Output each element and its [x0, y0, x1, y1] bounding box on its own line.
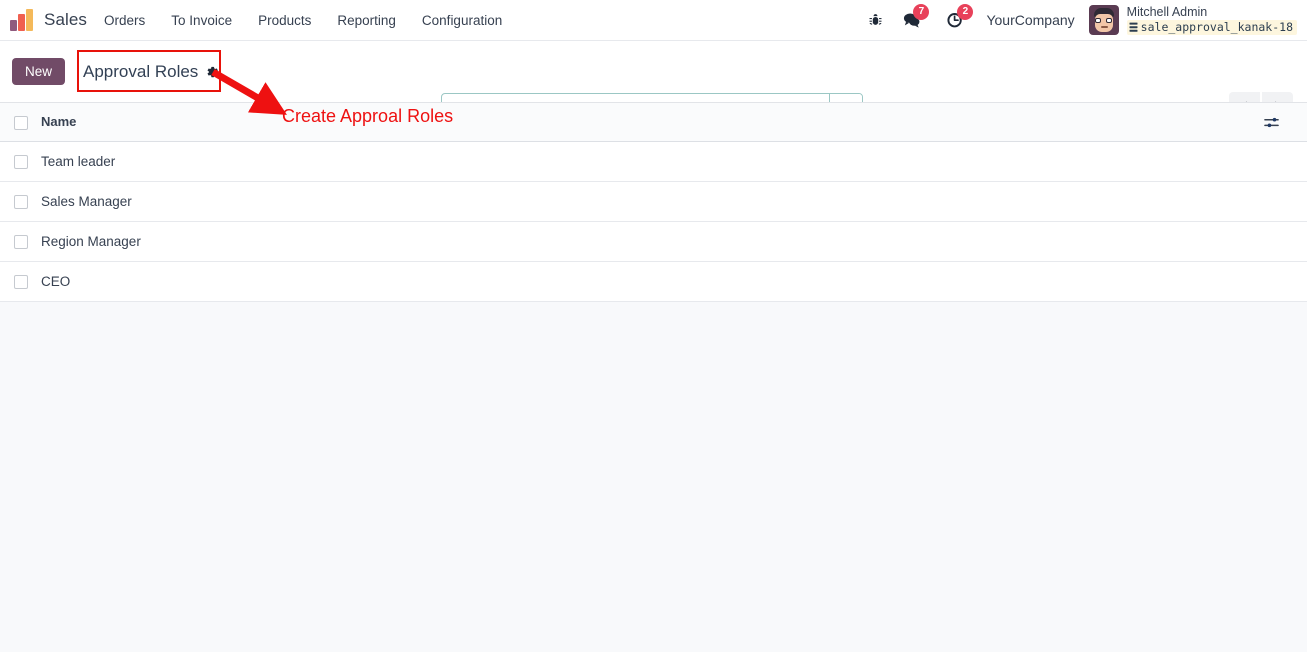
- row-name-cell[interactable]: Team leader: [41, 141, 1263, 182]
- control-panel: New Approval Roles Search...: [0, 41, 1307, 125]
- select-all-header: [0, 103, 41, 142]
- table-header-row: Name: [0, 103, 1307, 142]
- sliders-icon[interactable]: [1263, 115, 1280, 130]
- row-name-cell[interactable]: Sales Manager: [41, 181, 1263, 222]
- top-navbar: Sales Orders To Invoice Products Reporti…: [0, 0, 1307, 41]
- optional-columns-header: [1263, 103, 1307, 142]
- user-name: Mitchell Admin: [1126, 4, 1208, 19]
- row-spacer-cell: [1263, 261, 1307, 302]
- row-spacer-cell: [1263, 181, 1307, 222]
- sales-bars-icon: [10, 9, 36, 31]
- database-badge: sale_approval_kanak-18: [1126, 20, 1297, 36]
- row-name-cell[interactable]: CEO: [41, 261, 1263, 302]
- row-checkbox[interactable]: [14, 194, 28, 209]
- app-brand[interactable]: Sales: [0, 0, 91, 41]
- database-icon: [1129, 22, 1138, 33]
- database-name: sale_approval_kanak-18: [1140, 20, 1293, 35]
- row-spacer-cell: [1263, 221, 1307, 262]
- row-checkbox[interactable]: [14, 234, 28, 249]
- table-row[interactable]: Sales Manager: [0, 181, 1307, 222]
- row-select-cell: [0, 221, 41, 262]
- table-body: Team leader Sales Manager Region Manager: [0, 141, 1307, 302]
- select-all-checkbox[interactable]: [14, 115, 28, 130]
- menu-item-orders[interactable]: Orders: [91, 0, 158, 41]
- systray: 7 2 YourCompany Mitchell Admin sale_appr…: [860, 0, 1307, 41]
- menu-item-to-invoice[interactable]: To Invoice: [158, 0, 245, 41]
- approval-roles-table: Name Team leader Sales Manager Region Ma…: [0, 103, 1307, 302]
- row-checkbox[interactable]: [14, 154, 28, 169]
- app-brand-label: Sales: [44, 10, 88, 29]
- row-checkbox[interactable]: [14, 274, 28, 289]
- table-row[interactable]: Team leader: [0, 141, 1307, 182]
- table-row[interactable]: Region Manager: [0, 221, 1307, 262]
- messages-icon[interactable]: 7: [896, 4, 930, 35]
- row-select-cell: [0, 141, 41, 182]
- page-title: Approval Roles: [83, 61, 199, 81]
- table-row[interactable]: CEO: [0, 261, 1307, 302]
- table-header: Name: [0, 103, 1307, 142]
- company-switcher[interactable]: YourCompany: [970, 12, 1084, 28]
- new-button[interactable]: New: [12, 58, 66, 85]
- row-name-cell[interactable]: Region Manager: [41, 221, 1263, 262]
- row-select-cell: [0, 261, 41, 302]
- menu-item-configuration[interactable]: Configuration: [409, 0, 515, 41]
- messages-badge: 7: [913, 4, 930, 20]
- user-menu[interactable]: Mitchell Admin sale_approval_kanak-18: [1085, 5, 1297, 36]
- bug-icon[interactable]: [860, 5, 890, 35]
- avatar: [1088, 5, 1119, 35]
- clock-activity-icon[interactable]: 2: [940, 4, 974, 35]
- row-select-cell: [0, 181, 41, 222]
- menu-item-reporting[interactable]: Reporting: [324, 0, 409, 41]
- column-header-name[interactable]: Name: [41, 103, 1263, 142]
- row-spacer-cell: [1263, 141, 1307, 182]
- menu-item-products[interactable]: Products: [245, 0, 324, 41]
- main-menu: Orders To Invoice Products Reporting Con…: [91, 0, 515, 41]
- list-view: Name Team leader Sales Manager Region Ma…: [0, 102, 1307, 652]
- odoo-sales-approval-roles-page: Sales Orders To Invoice Products Reporti…: [0, 0, 1307, 652]
- gear-icon[interactable]: [205, 65, 219, 79]
- breadcrumb: Approval Roles: [77, 49, 233, 92]
